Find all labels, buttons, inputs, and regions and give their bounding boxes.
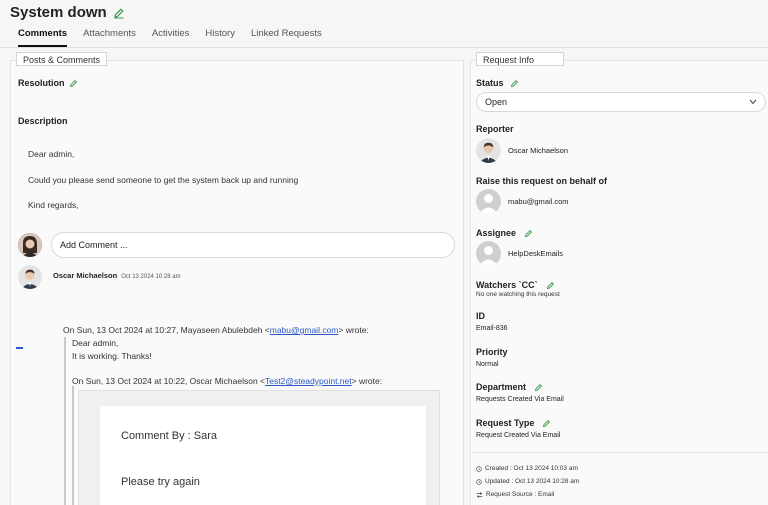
status-row: Status [476,78,519,88]
edit-status-pencil-icon[interactable] [510,79,519,88]
reply-line: It is working. Thanks! [72,351,152,361]
tab-history[interactable]: History [205,28,235,47]
source-text: Request Source : Email [486,491,555,498]
quote-bar [72,386,74,505]
watchers-label: Watchers `CC` [476,280,538,290]
request-type-row: Request Type [476,418,551,428]
reporter-name: Oscar Michaelson [508,146,569,155]
department-row: Department [476,382,543,392]
priority-label: Priority [476,347,508,357]
edit-resolution-pencil-icon[interactable] [69,79,78,88]
resolution-row: Resolution [18,78,78,88]
reply-header: On Sun, 13 Oct 2024 at 10:27, Mayaseen A… [63,325,369,335]
watchers-row: Watchers `CC` [476,280,555,290]
description-label: Description [18,116,68,126]
edit-assignee-pencil-icon[interactable] [524,229,533,238]
edit-watchers-pencil-icon[interactable] [546,281,555,290]
nested-reply-header: On Sun, 13 Oct 2024 at 10:22, Oscar Mich… [72,376,383,386]
request-type-label: Request Type [476,418,535,428]
chevron-down-icon [749,99,757,105]
reply-line: Dear admin, [72,338,119,348]
department-label: Department [476,382,527,392]
comment-header: Oscar Michaelson Oct 13 2024 10:28 am [53,271,181,280]
nested-comment-text: Please try again [121,476,200,488]
reply-email-link[interactable]: mabu@gmail.com [270,325,339,335]
tab-linked-requests[interactable]: Linked Requests [251,28,322,47]
status-value: Open [485,97,508,107]
page-title: System down [10,4,107,21]
id-value: Email-836 [476,325,508,332]
comment-author-avatar [18,265,42,289]
nested-comment-by: Comment By : Sara [121,430,217,442]
tab-bar: Comments Attachments Activities History … [18,28,322,47]
tabs-divider [0,47,768,48]
nested-email-body [100,406,426,505]
quote-bar [64,337,66,505]
request-info-legend: Request Info [476,52,564,66]
watchers-value: No one watching this request [476,291,560,298]
tab-attachments[interactable]: Attachments [83,28,136,47]
clock-icon [476,478,482,485]
resolution-label: Resolution [18,78,65,88]
description-line: Dear admin, [28,149,75,159]
comment-author: Oscar Michaelson [53,271,118,280]
reporter-avatar [476,138,501,163]
reporter-label: Reporter [476,124,514,134]
request-type-value: Request Created Via Email [476,432,561,439]
behalf-value: mabu@gmail.com [508,197,569,206]
collapse-marker[interactable] [16,347,23,349]
status-select[interactable]: Open [476,92,766,112]
edit-department-pencil-icon[interactable] [534,383,543,392]
tab-comments[interactable]: Comments [18,28,68,47]
description-line: Could you please send someone to get the… [28,175,299,185]
source-row: Request Source : Email [476,491,554,498]
assignee-value: HelpDeskEmails [508,249,564,258]
current-user-avatar [18,233,42,257]
edit-title-pencil-icon[interactable] [113,7,125,19]
behalf-label: Raise this request on behalf of [476,176,608,186]
posts-comments-legend: Posts & Comments [16,52,108,66]
assignee-avatar [476,241,501,266]
behalf-avatar [476,189,501,214]
meta-divider [472,452,768,453]
comment-timestamp: Oct 13 2024 10:28 am [121,274,181,280]
nested-email-link[interactable]: Test2@steadypoint.net [265,376,352,386]
status-label: Status [476,78,504,88]
id-label: ID [476,311,485,321]
assignee-label: Assignee [476,228,517,238]
edit-request-type-pencil-icon[interactable] [542,419,551,428]
created-row: Created : Oct 13 2024 10:03 am [476,465,578,472]
clock-icon [476,465,482,472]
updated-text: Updated : Oct 13 2024 10:28 am [485,478,580,485]
add-comment-input[interactable]: Add Comment ... [51,232,455,258]
priority-value: Normal [476,361,499,368]
created-text: Created : Oct 13 2024 10:03 am [485,465,578,472]
description-line: Kind regards, [28,200,79,210]
updated-row: Updated : Oct 13 2024 10:28 am [476,478,579,485]
arrows-icon [476,491,483,498]
page-title-row: System down [10,4,125,21]
tab-activities[interactable]: Activities [152,28,189,47]
department-value: Requests Created Via Email [476,396,564,403]
assignee-row: Assignee [476,228,533,238]
